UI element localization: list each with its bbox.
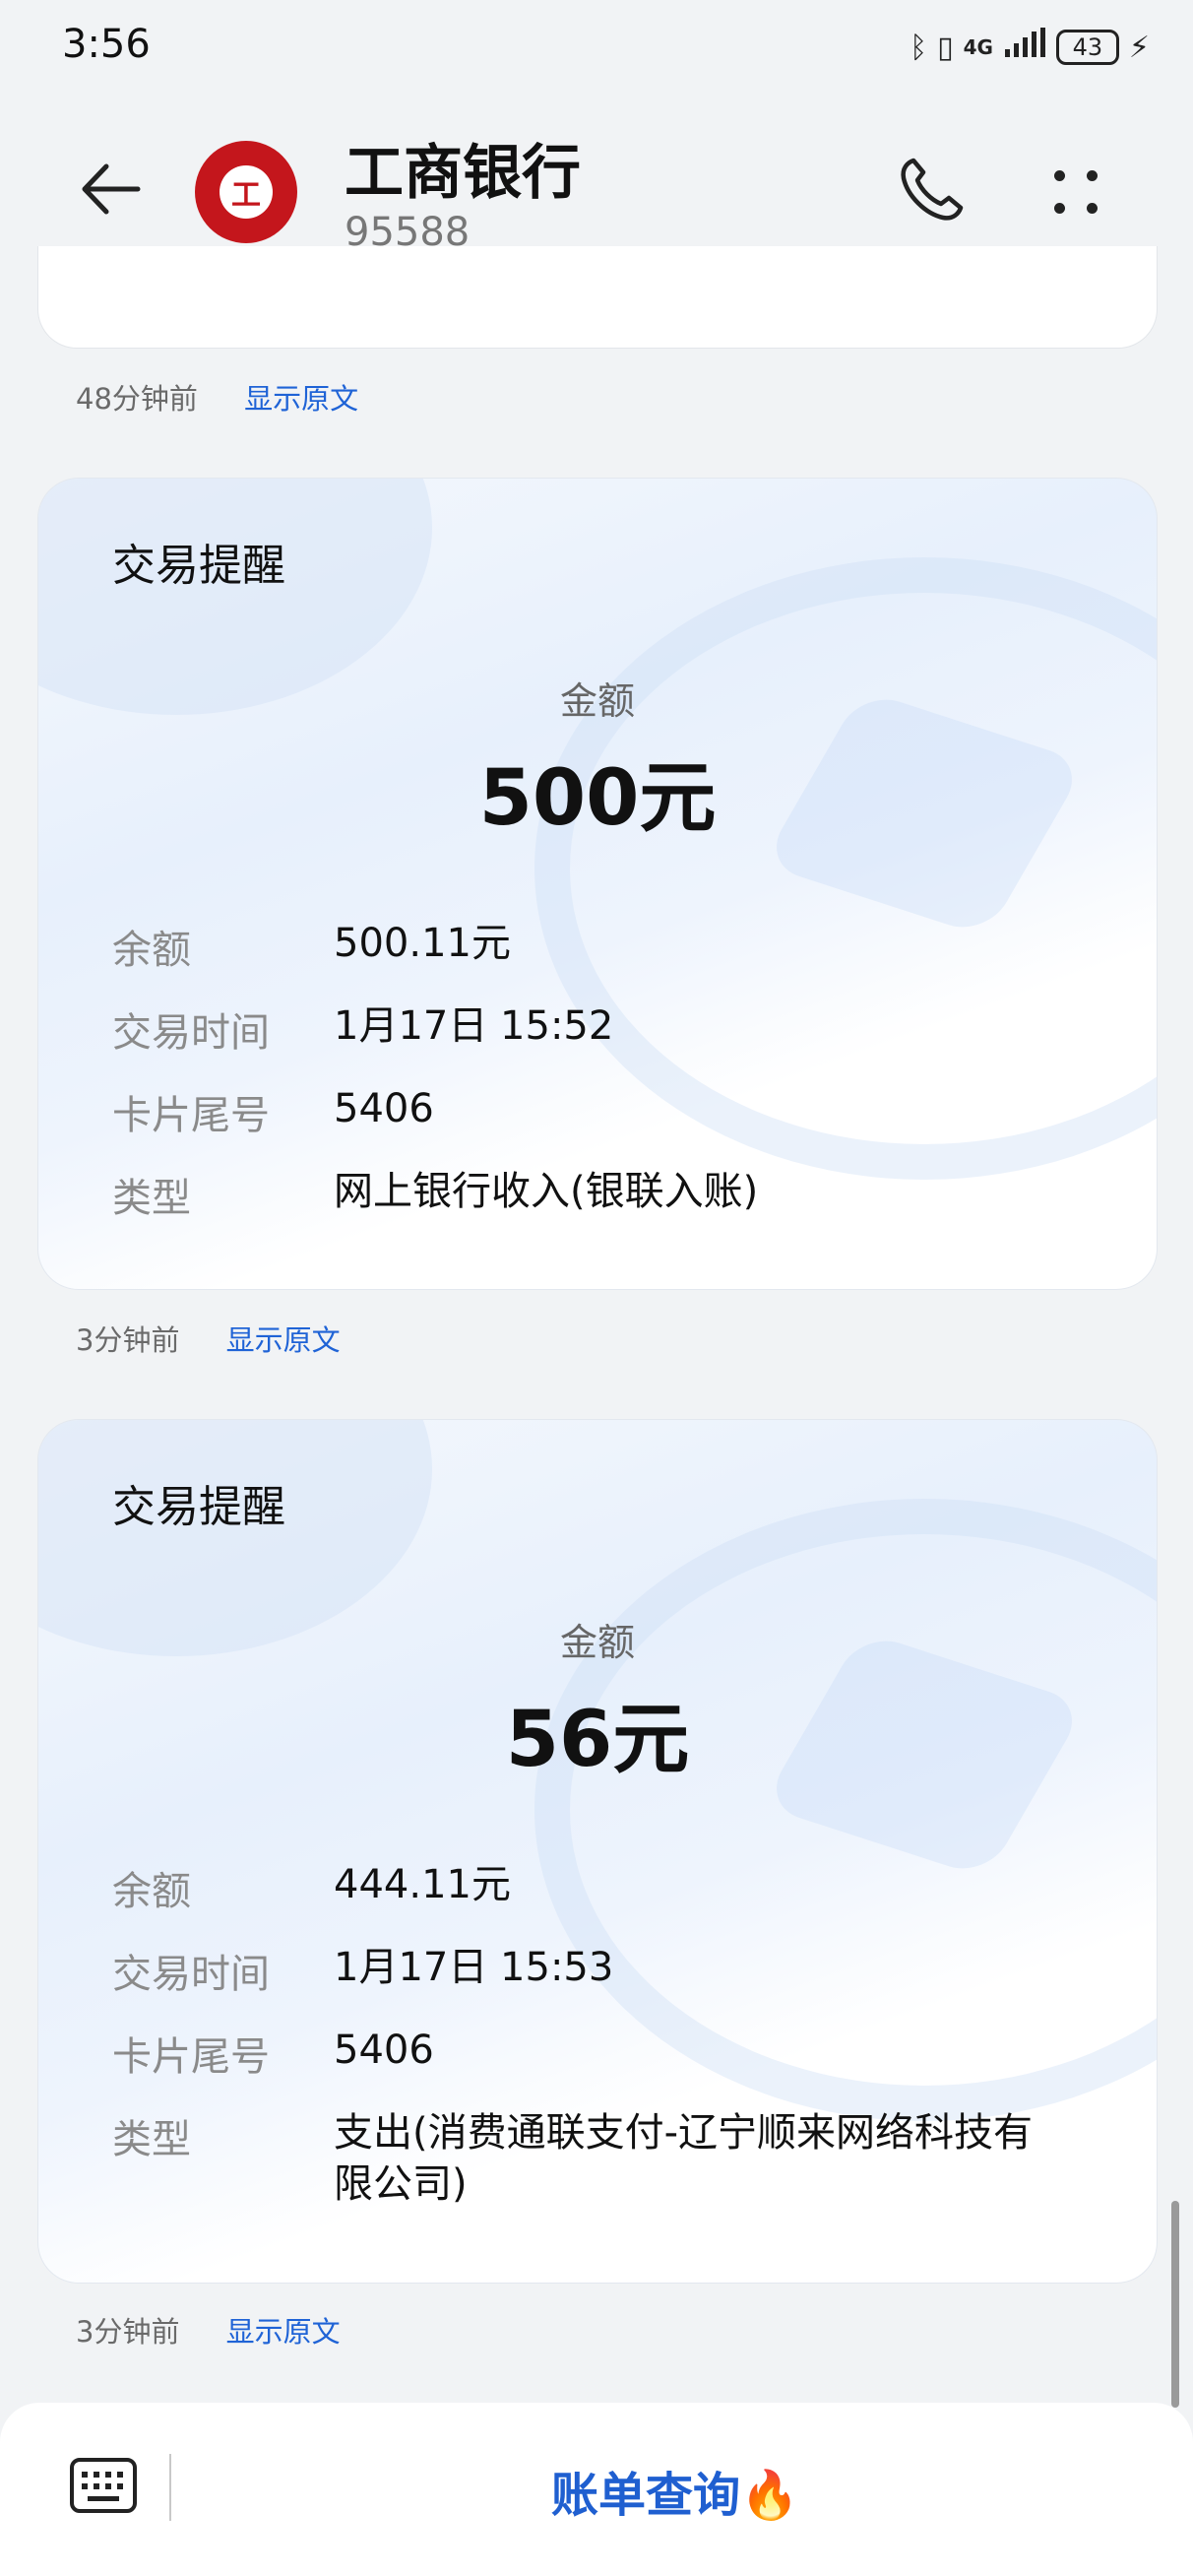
- transaction-card[interactable]: 交易提醒 金额 500元 余额 500.11元 交易时间 1月17日 15:52…: [37, 478, 1158, 1290]
- show-original-link[interactable]: 显示原文: [244, 382, 358, 416]
- show-original-link[interactable]: 显示原文: [226, 1323, 341, 1357]
- detail-label: 交易时间: [112, 1952, 270, 1997]
- more-dot-icon: [1054, 203, 1065, 214]
- bank-logo-mark: 工: [220, 165, 273, 219]
- contact-name: 工商银行: [345, 139, 581, 208]
- detail-value: 1月17日 15:53: [334, 1945, 614, 1990]
- more-dot-icon: [1054, 170, 1065, 181]
- show-original-link[interactable]: 显示原文: [226, 2315, 341, 2349]
- bottom-bar-divider: [169, 2454, 171, 2521]
- message-time: 3分钟前: [76, 2315, 180, 2349]
- bank-logo[interactable]: 工: [195, 141, 297, 243]
- detail-label: 卡片尾号: [112, 2034, 270, 2080]
- message-time: 3分钟前: [76, 1323, 180, 1357]
- bill-query-menu-button[interactable]: 账单查询🔥: [551, 2456, 799, 2525]
- phone-icon: [901, 158, 964, 221]
- detail-value: 1月17日 15:52: [334, 1003, 614, 1049]
- battery-icon: 43: [1055, 30, 1119, 65]
- call-button[interactable]: [896, 155, 967, 225]
- bluetooth-icon: ᛒ: [910, 30, 928, 65]
- more-dot-icon: [1087, 203, 1098, 214]
- amount-label: 金额: [559, 679, 635, 723]
- transaction-card[interactable]: 交易提醒 金额 56元 余额 444.11元 交易时间 1月17日 15:53 …: [37, 1419, 1158, 2284]
- detail-value: 444.11元: [334, 1862, 511, 1907]
- status-icons: ᛒ ▯ 4G 43 ⚡: [910, 28, 1150, 67]
- keyboard-icon: [70, 2458, 137, 2513]
- signal-icon: [1003, 28, 1046, 67]
- detail-value: 5406: [334, 1086, 434, 1131]
- scrollbar[interactable]: [1171, 2201, 1179, 2408]
- detail-label: 类型: [112, 2117, 191, 2162]
- detail-label: 类型: [112, 1176, 191, 1221]
- detail-label: 余额: [112, 1869, 191, 1914]
- status-bar: 3:56 ᛒ ▯ 4G 43 ⚡: [0, 0, 1193, 94]
- amount-value: 500元: [478, 754, 717, 843]
- detail-label: 交易时间: [112, 1010, 270, 1056]
- amount-value: 56元: [505, 1696, 690, 1784]
- card-title: 交易提醒: [112, 1482, 285, 1532]
- message-meta: 3分钟前 显示原文: [76, 2309, 341, 2351]
- more-options-button[interactable]: [1046, 162, 1105, 222]
- charging-icon: ⚡: [1128, 30, 1150, 65]
- vibrate-icon: ▯: [937, 30, 954, 65]
- detail-value: 500.11元: [334, 921, 511, 966]
- card-title: 交易提醒: [112, 541, 285, 591]
- message-meta: 3分钟前 显示原文: [76, 1318, 341, 1359]
- detail-value: 支出(消费通联支付-辽宁顺来网络科技有限公司): [334, 2110, 1034, 2207]
- message-meta: 48分钟前 显示原文: [76, 376, 358, 418]
- detail-value: 网上银行收入(银联入账): [334, 1169, 759, 1214]
- keyboard-toggle-button[interactable]: [69, 2457, 138, 2514]
- message-card-partial[interactable]: [37, 246, 1158, 349]
- status-time: 3:56: [62, 22, 151, 67]
- more-dot-icon: [1087, 170, 1098, 181]
- back-button[interactable]: [77, 155, 146, 224]
- bottom-menu-bar: 账单查询🔥: [0, 2403, 1193, 2576]
- detail-value: 5406: [334, 2028, 434, 2073]
- amount-label: 金额: [559, 1621, 635, 1664]
- network-type: 4G: [963, 35, 993, 59]
- detail-label: 余额: [112, 928, 191, 973]
- back-arrow-icon: [82, 163, 141, 215]
- message-time: 48分钟前: [76, 382, 198, 416]
- detail-label: 卡片尾号: [112, 1093, 270, 1138]
